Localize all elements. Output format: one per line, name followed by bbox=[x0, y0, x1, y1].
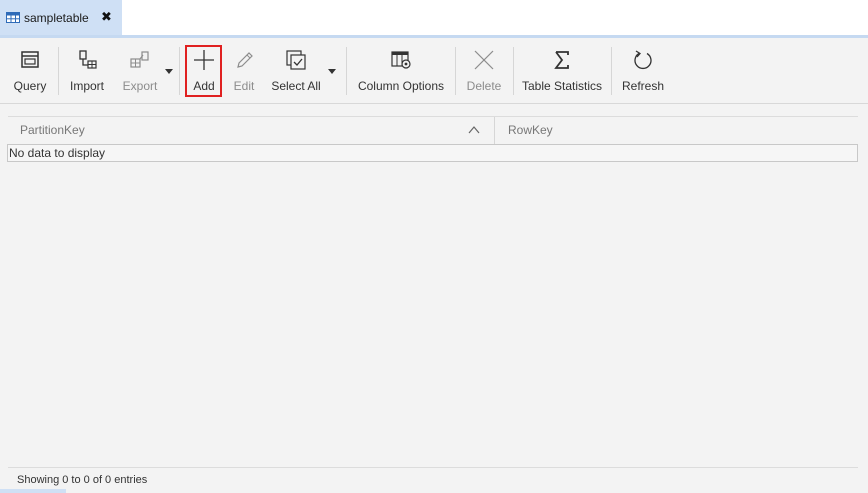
column-divider[interactable] bbox=[494, 117, 495, 145]
query-icon bbox=[21, 51, 39, 68]
column-options-button[interactable]: Column Options bbox=[356, 46, 446, 98]
export-label: Export bbox=[122, 79, 158, 93]
tab-bar: sampletable ✖ bbox=[0, 0, 868, 38]
add-label: Add bbox=[193, 79, 215, 93]
select-all-label: Select All bbox=[271, 79, 321, 93]
toolbar-separator bbox=[346, 47, 347, 95]
tab-label: sampletable bbox=[24, 11, 89, 25]
refresh-label: Refresh bbox=[621, 79, 665, 93]
query-button[interactable]: Query bbox=[12, 46, 48, 98]
sigma-icon bbox=[554, 51, 569, 69]
export-icon bbox=[130, 51, 149, 68]
delete-button[interactable]: Delete bbox=[464, 46, 504, 98]
toolbar-separator bbox=[611, 47, 612, 95]
column-header-rowkey[interactable]: RowKey bbox=[508, 117, 553, 145]
toolbar-separator bbox=[58, 47, 59, 95]
delete-label: Delete bbox=[466, 79, 502, 93]
grid-empty-message: No data to display bbox=[7, 144, 858, 162]
select-all-dropdown-caret-icon[interactable] bbox=[328, 69, 336, 74]
x-icon bbox=[474, 50, 494, 70]
tab-sampletable[interactable]: sampletable ✖ bbox=[0, 0, 122, 35]
bottom-accent-bar bbox=[0, 489, 66, 493]
refresh-button[interactable]: Refresh bbox=[620, 46, 666, 98]
plus-icon bbox=[194, 50, 214, 70]
grid-footer-status: Showing 0 to 0 of 0 entries bbox=[8, 467, 858, 493]
close-icon[interactable]: ✖ bbox=[101, 9, 112, 25]
pencil-icon bbox=[237, 52, 253, 68]
table-statistics-button[interactable]: Table Statistics bbox=[522, 46, 602, 98]
grid-header: PartitionKey RowKey bbox=[8, 116, 858, 145]
import-icon bbox=[79, 50, 97, 69]
edit-button[interactable]: Edit bbox=[229, 46, 259, 98]
table-statistics-label: Table Statistics bbox=[521, 79, 603, 93]
toolbar-separator bbox=[513, 47, 514, 95]
column-header-partitionkey[interactable]: PartitionKey bbox=[20, 117, 85, 145]
import-label: Import bbox=[69, 79, 104, 93]
select-all-icon bbox=[286, 50, 306, 70]
edit-label: Edit bbox=[233, 79, 255, 93]
column-options-icon bbox=[391, 51, 411, 69]
toolbar: Query Import Export Add Edit Select All … bbox=[0, 38, 868, 104]
sort-ascending-icon[interactable] bbox=[468, 125, 480, 135]
toolbar-separator bbox=[455, 47, 456, 95]
export-dropdown-caret-icon[interactable] bbox=[165, 69, 173, 74]
toolbar-separator bbox=[179, 47, 180, 95]
table-icon bbox=[6, 12, 20, 23]
add-button[interactable]: Add bbox=[188, 46, 220, 98]
export-button[interactable]: Export bbox=[120, 46, 160, 98]
select-all-button[interactable]: Select All bbox=[270, 46, 322, 98]
refresh-icon bbox=[634, 50, 652, 70]
column-options-label: Column Options bbox=[357, 79, 445, 93]
query-label: Query bbox=[13, 79, 47, 93]
import-button[interactable]: Import bbox=[67, 46, 107, 98]
